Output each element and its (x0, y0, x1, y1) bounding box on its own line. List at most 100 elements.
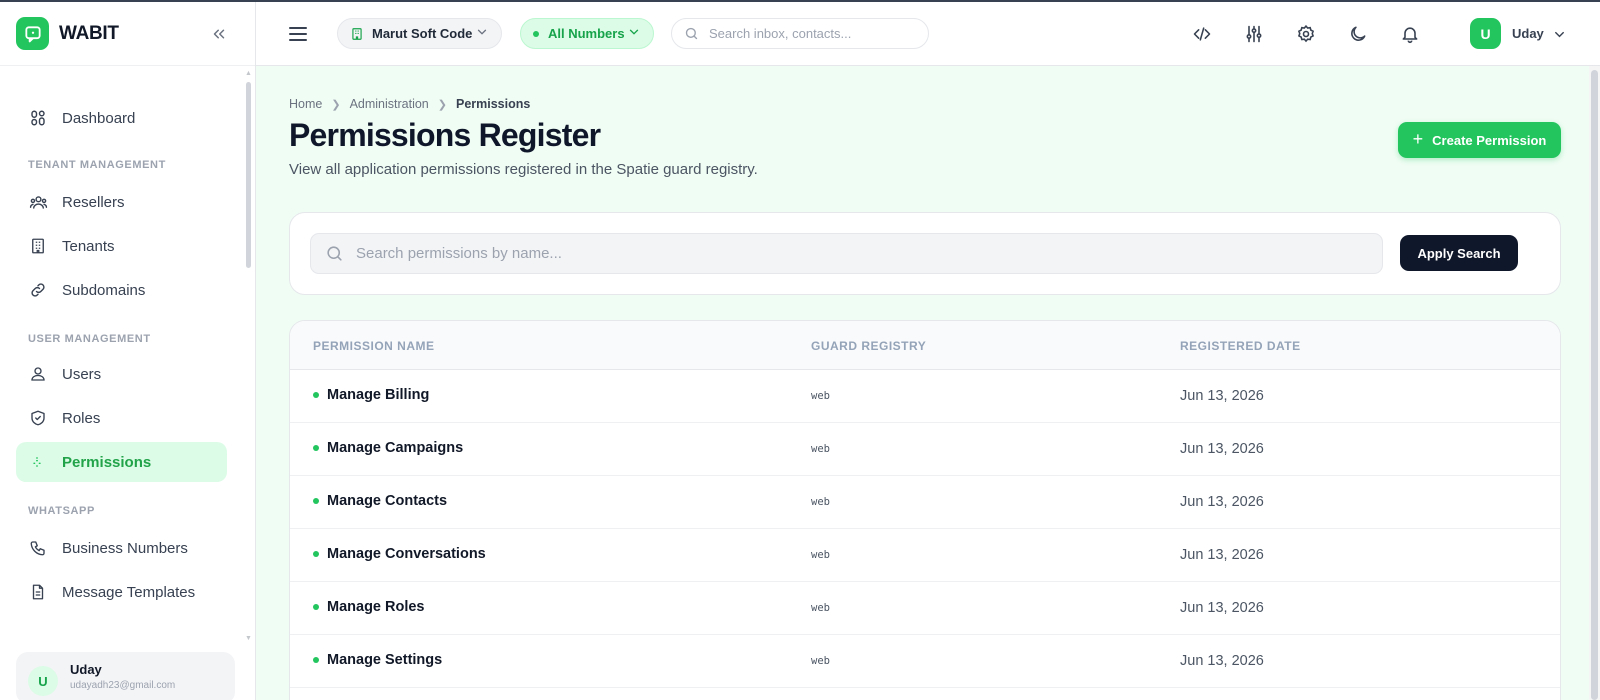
permissions-table: PERMISSION NAME GUARD REGISTRY REGISTERE… (289, 320, 1561, 700)
avatar[interactable]: U (1470, 18, 1501, 49)
chat-logo-icon[interactable] (16, 17, 49, 50)
sidebar-scroll-thumb[interactable] (246, 82, 251, 268)
column-header-date[interactable]: REGISTERED DATE (1180, 339, 1301, 353)
breadcrumb-administration[interactable]: Administration (350, 97, 429, 111)
status-dot (313, 657, 319, 663)
sidebar-item-label: Subdomains (62, 281, 146, 299)
building-icon (28, 236, 48, 256)
guard-registry: web (811, 390, 830, 402)
search-icon (325, 244, 344, 263)
sidebar-item-business-numbers[interactable]: Business Numbers (16, 528, 232, 568)
sidebar: WABIT Dashboard TENANT MANAGEMENT Resell… (0, 2, 256, 700)
sidebar-item-dashboard[interactable]: Dashboard (16, 98, 232, 138)
sidebar-item-users[interactable]: Users (16, 354, 232, 394)
scroll-down-icon[interactable]: ▼ (245, 635, 252, 642)
key-icon (28, 452, 48, 472)
sidebar-item-label: Tenants (62, 237, 115, 255)
table-row[interactable]: Manage Roles web Jun 13, 2026 (290, 582, 1560, 635)
permission-name: Manage Contacts (327, 493, 448, 509)
breadcrumb: Home ❯ Administration ❯ Permissions (289, 97, 530, 111)
link-icon (28, 280, 48, 300)
sidebar-item-roles[interactable]: Roles (16, 398, 232, 438)
table-row[interactable]: Manage Campaigns web Jun 13, 2026 (290, 423, 1560, 476)
permission-name: Manage Conversations (327, 546, 486, 562)
registered-date: Jun 13, 2026 (1180, 388, 1264, 404)
page-scrollbar[interactable] (1589, 66, 1600, 700)
plus-icon: + (1412, 128, 1424, 149)
sidebar-item-label: Resellers (62, 193, 125, 211)
breadcrumb-current: Permissions (455, 97, 531, 111)
global-search-placeholder: Search inbox, contacts... (709, 26, 852, 41)
registered-date: Jun 13, 2026 (1180, 547, 1264, 563)
guard-registry: web (811, 549, 830, 561)
sidebar-item-label: Business Numbers (62, 539, 188, 557)
page-scroll-thumb[interactable] (1591, 70, 1598, 700)
guard-registry: web (811, 602, 830, 614)
avatar: U (28, 666, 58, 696)
apply-search-button[interactable]: Apply Search (1400, 235, 1518, 271)
permission-search-placeholder: Search permissions by name... (356, 245, 562, 262)
shield-icon (28, 408, 48, 428)
status-dot (533, 30, 539, 37)
organization-selector[interactable]: Marut Soft Code (337, 18, 502, 49)
sidebar-scrollbar[interactable]: ▲ ▼ (244, 68, 252, 644)
menu-icon[interactable] (286, 22, 310, 46)
global-search-input[interactable]: Search inbox, contacts... (671, 18, 929, 49)
table-row[interactable]: Manage Contacts web Jun 13, 2026 (290, 476, 1560, 529)
sidebar-item-permissions[interactable]: Permissions (16, 442, 227, 482)
section-title-user: USER MANAGEMENT (28, 333, 151, 345)
user-icon (28, 364, 48, 384)
guard-registry: web (811, 443, 830, 455)
sidebar-user-card[interactable]: U Uday udayadh23@gmail.com (16, 652, 235, 700)
sidebar-item-resellers[interactable]: Resellers (16, 182, 232, 222)
section-title-tenant: TENANT MANAGEMENT (28, 159, 166, 171)
column-header-guard[interactable]: GUARD REGISTRY (811, 339, 926, 353)
page-subtitle: View all application permissions registe… (289, 161, 758, 178)
search-card: Search permissions by name... Apply Sear… (289, 212, 1561, 295)
table-row[interactable]: Manage Settings web Jun 13, 2026 (290, 635, 1560, 688)
chevron-down-icon[interactable] (1548, 23, 1570, 45)
create-permission-label: Create Permission (1432, 132, 1547, 148)
scroll-up-icon[interactable]: ▲ (245, 70, 252, 77)
sidebar-item-tenants[interactable]: Tenants (16, 226, 232, 266)
permission-name: Manage Roles (327, 599, 425, 615)
permission-search-input[interactable]: Search permissions by name... (310, 233, 1383, 274)
status-dot (313, 392, 319, 398)
sidebar-item-message-templates[interactable]: Message Templates (16, 572, 232, 612)
app-name: WABIT (59, 22, 119, 44)
create-permission-button[interactable]: + Create Permission (1398, 122, 1561, 158)
user-menu-name[interactable]: Uday (1512, 26, 1544, 41)
sidebar-item-label: Dashboard (62, 109, 136, 127)
table-row[interactable]: Manage Conversations web Jun 13, 2026 (290, 529, 1560, 582)
sidebar-item-subdomains[interactable]: Subdomains (16, 270, 232, 310)
code-icon[interactable] (1190, 22, 1214, 46)
main-content: Home ❯ Administration ❯ Permissions Perm… (256, 66, 1589, 700)
permission-name: Manage Billing (327, 387, 430, 403)
phone-icon (28, 538, 48, 558)
breadcrumb-home[interactable]: Home (289, 97, 322, 111)
sidebar-item-label: Message Templates (62, 583, 196, 601)
building-icon (350, 27, 364, 41)
file-icon (28, 582, 48, 602)
status-dot (313, 604, 319, 610)
sliders-icon[interactable] (1242, 22, 1266, 46)
collapse-sidebar-icon[interactable] (207, 22, 231, 46)
bell-icon[interactable] (1398, 22, 1422, 46)
table-header: PERMISSION NAME GUARD REGISTRY REGISTERE… (290, 321, 1560, 370)
sidebar-item-label: Users (62, 365, 102, 383)
numbers-filter[interactable]: All Numbers (520, 18, 654, 49)
section-title-whatsapp: WHATSAPP (28, 505, 95, 517)
guard-registry: web (811, 655, 830, 667)
dark-mode-icon[interactable] (1346, 22, 1370, 46)
user-email: udayadh23@gmail.com (70, 680, 176, 691)
status-dot (313, 498, 319, 504)
table-row[interactable]: Manage Billing web Jun 13, 2026 (290, 370, 1560, 423)
brand: WABIT (0, 2, 255, 66)
users-icon (28, 192, 48, 212)
column-header-name[interactable]: PERMISSION NAME (313, 339, 435, 353)
sidebar-item-label: Roles (62, 409, 101, 427)
permission-name: Manage Settings (327, 652, 443, 668)
registered-date: Jun 13, 2026 (1180, 653, 1264, 669)
settings-icon[interactable] (1294, 22, 1318, 46)
sidebar-item-label: Permissions (62, 453, 152, 471)
